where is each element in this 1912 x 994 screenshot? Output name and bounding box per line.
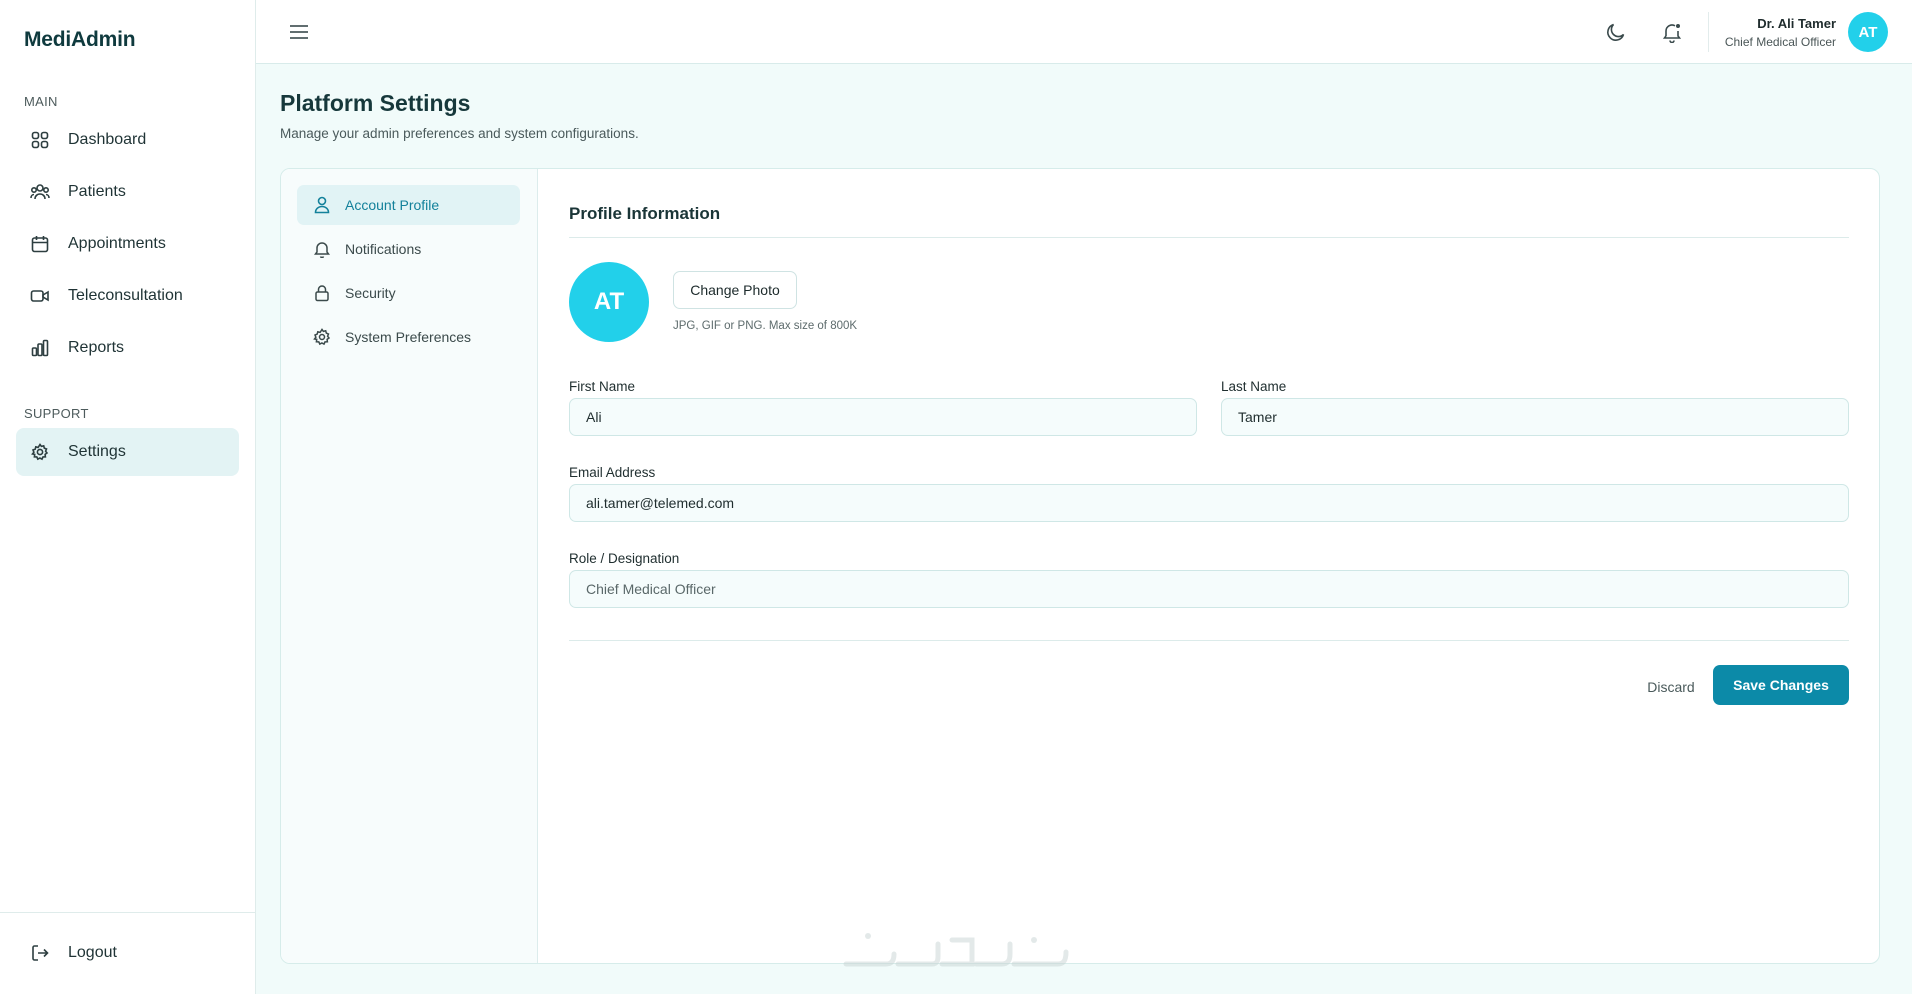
dark-mode-moon-icon[interactable] <box>1604 20 1628 44</box>
user-icon <box>313 196 331 214</box>
sidebar-item-label: Patients <box>68 183 126 200</box>
settings-tab-label: Notifications <box>345 241 422 257</box>
sidebar-item-reports[interactable]: Reports <box>16 324 239 372</box>
page-title: Platform Settings <box>280 90 471 116</box>
settings-tab-notifications[interactable]: Notifications <box>297 229 520 269</box>
user-role: Chief Medical Officer <box>1724 35 1836 49</box>
users-icon <box>30 182 50 202</box>
sidebar-item-label: Teleconsultation <box>68 287 183 304</box>
settings-tab-label: Account Profile <box>345 197 440 213</box>
sidebar-item-label: Appointments <box>68 235 166 252</box>
menu-toggle-icon[interactable] <box>288 21 310 43</box>
user-name: Dr. Ali Tamer <box>1757 16 1836 31</box>
settings-card: Account Profile Notifications Security S… <box>280 168 1880 964</box>
logout-label: Logout <box>68 944 117 961</box>
sidebar-footer: Logout <box>0 912 256 994</box>
page-subtitle: Manage your admin preferences and system… <box>280 126 639 141</box>
settings-tab-account-profile[interactable]: Account Profile <box>297 185 520 225</box>
settings-nav: Account Profile Notifications Security S… <box>281 169 538 963</box>
notification-bell-icon[interactable] <box>1660 20 1684 44</box>
sidebar-item-dashboard[interactable]: Dashboard <box>16 116 239 164</box>
email-label: Email Address <box>569 465 656 480</box>
settings-tab-system-preferences[interactable]: System Preferences <box>297 317 520 357</box>
profile-form: Profile Information AT Change Photo JPG,… <box>569 169 1849 963</box>
section-title: Profile Information <box>569 204 721 223</box>
save-changes-button[interactable]: Save Changes <box>1713 665 1849 705</box>
profile-avatar: AT <box>569 262 649 342</box>
first-name-field[interactable]: Ali <box>569 398 1197 436</box>
settings-tab-label: Security <box>345 285 396 301</box>
first-name-label: First Name <box>569 379 636 394</box>
watermark-logo <box>838 922 1072 978</box>
logout-icon <box>30 943 50 963</box>
sidebar-item-patients[interactable]: Patients <box>16 168 239 216</box>
app-logo[interactable]: MediAdmin <box>24 28 136 52</box>
gear-icon <box>30 442 50 462</box>
avatar[interactable]: AT <box>1848 12 1888 52</box>
bell-icon <box>313 240 331 258</box>
photo-hint: JPG, GIF or PNG. Max size of 800K <box>673 320 858 332</box>
role-label: Role / Designation <box>569 551 680 566</box>
last-name-label: Last Name <box>1221 379 1287 394</box>
calendar-icon <box>30 234 50 254</box>
last-name-field[interactable]: Tamer <box>1221 398 1849 436</box>
role-field[interactable]: Chief Medical Officer <box>569 570 1849 608</box>
sidebar: MediAdmin MAIN Dashboard Patients Appoin… <box>0 0 256 994</box>
section-divider <box>569 237 1849 238</box>
email-field[interactable]: ali.tamer@telemed.com <box>569 484 1849 522</box>
sidebar-item-label: Settings <box>68 443 126 460</box>
nav-section-support: SUPPORT <box>24 406 89 421</box>
sidebar-item-appointments[interactable]: Appointments <box>16 220 239 268</box>
change-photo-button[interactable]: Change Photo <box>673 271 797 309</box>
sidebar-item-label: Reports <box>68 339 125 356</box>
lock-icon <box>313 284 331 302</box>
form-divider <box>569 640 1849 641</box>
gear-icon <box>313 328 331 346</box>
sidebar-item-label: Dashboard <box>68 131 147 148</box>
sidebar-item-settings[interactable]: Settings <box>16 428 239 476</box>
discard-button[interactable]: Discard <box>1631 676 1711 698</box>
logout-button[interactable]: Logout <box>16 929 239 977</box>
top-bar: Dr. Ali Tamer Chief Medical Officer AT <box>256 0 1912 64</box>
settings-tab-security[interactable]: Security <box>297 273 520 313</box>
sidebar-item-teleconsultation[interactable]: Teleconsultation <box>16 272 239 320</box>
grid-icon <box>30 130 50 150</box>
video-icon <box>30 286 50 306</box>
nav-section-main: MAIN <box>24 94 58 109</box>
topbar-divider <box>1708 12 1709 52</box>
settings-tab-label: System Preferences <box>345 329 472 345</box>
bar-chart-icon <box>30 338 50 358</box>
